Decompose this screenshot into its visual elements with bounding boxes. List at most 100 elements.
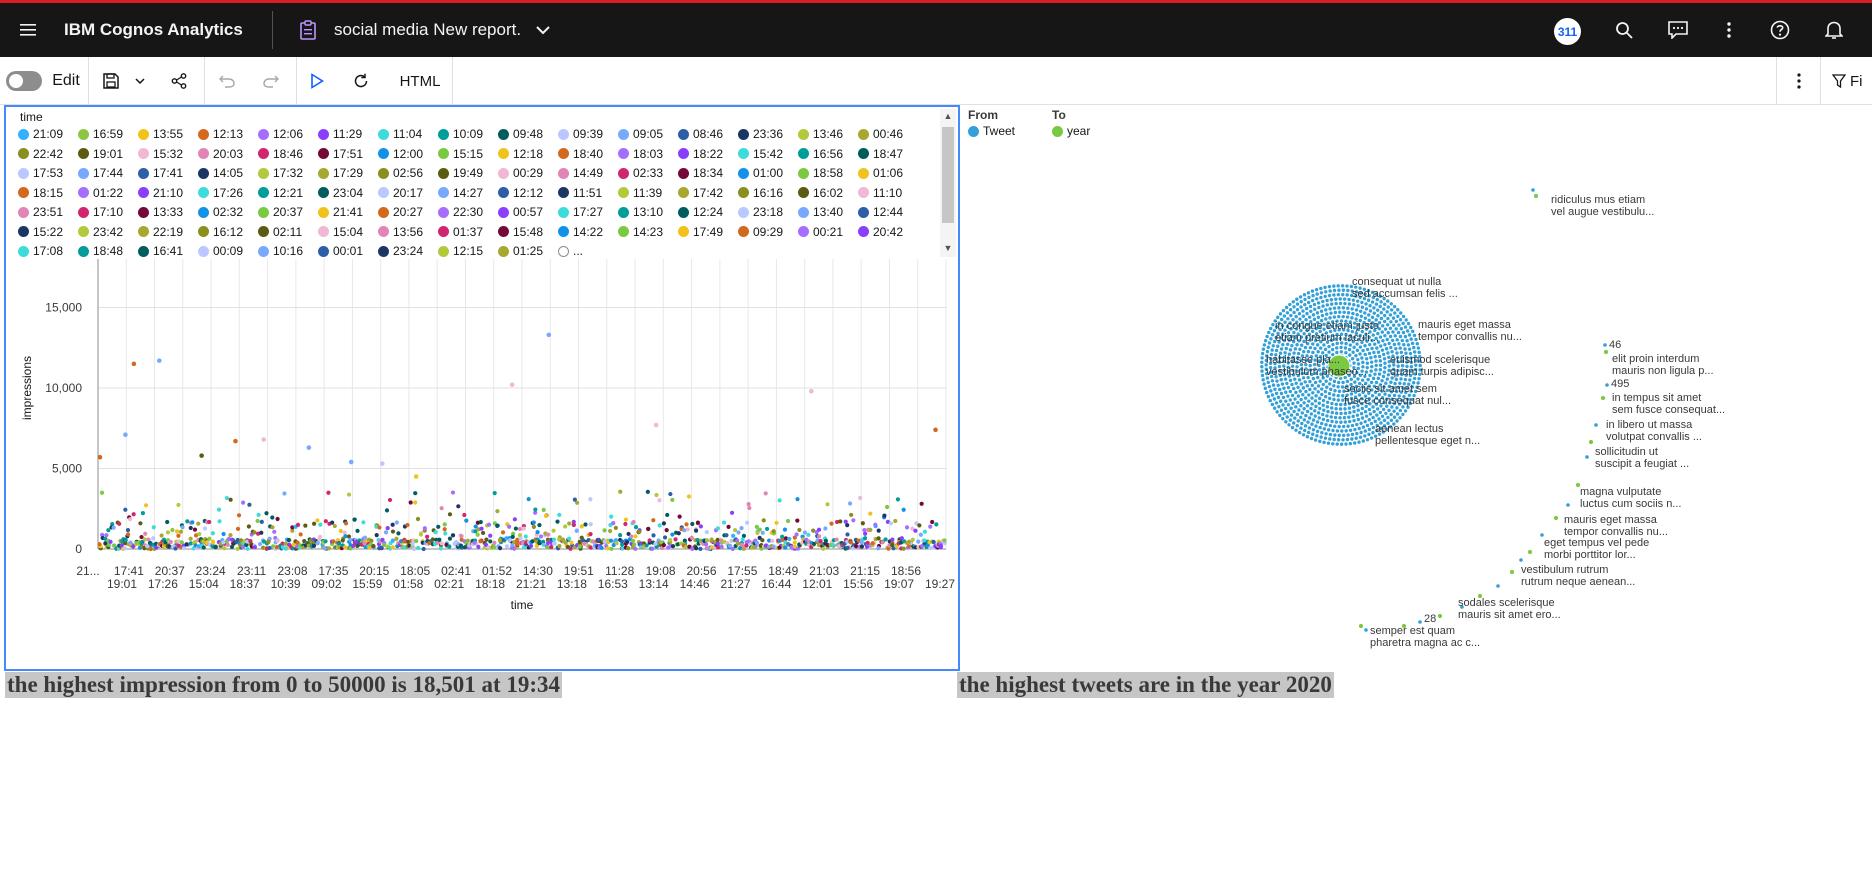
tweet-node[interactable] (1376, 308, 1380, 312)
legend-item[interactable]: 00:57 (498, 203, 543, 221)
scatter-point[interactable] (895, 497, 901, 502)
tweet-node[interactable] (1375, 407, 1380, 411)
tweet-node[interactable] (1399, 327, 1404, 331)
tweet-node[interactable] (1298, 347, 1302, 351)
scatter-point[interactable] (726, 524, 731, 529)
scatter-point[interactable] (259, 519, 264, 524)
scatter-point[interactable] (771, 529, 776, 534)
tweet-node[interactable] (1333, 424, 1337, 428)
tweet-node[interactable] (1377, 354, 1382, 359)
tweet-node[interactable] (1324, 308, 1328, 312)
tweet-node[interactable] (1332, 384, 1336, 388)
tweet-node[interactable] (1337, 433, 1341, 438)
tweet-node[interactable] (1346, 433, 1350, 437)
tweet-node[interactable] (1302, 293, 1307, 297)
output-format-button[interactable]: HTML (392, 57, 448, 105)
scatter-point[interactable] (106, 528, 111, 533)
scatter-point[interactable] (143, 531, 148, 536)
tweet-node[interactable] (1375, 346, 1379, 350)
scatter-point[interactable] (704, 529, 709, 535)
tweet-node[interactable] (1321, 382, 1325, 387)
tweet-node[interactable] (1325, 303, 1330, 307)
tweet-node[interactable] (1299, 305, 1303, 309)
tweet-node[interactable] (1343, 301, 1347, 306)
scatter-point[interactable] (338, 528, 343, 534)
scatter-point[interactable] (863, 531, 868, 536)
tweet-node[interactable] (1327, 344, 1331, 349)
legend-item[interactable]: 14:05 (198, 164, 243, 182)
tweet-node[interactable] (1380, 379, 1384, 383)
scatter-point[interactable] (631, 519, 636, 525)
tweet-node[interactable] (1323, 294, 1327, 299)
tweet-node[interactable] (1344, 442, 1348, 446)
tweet-node[interactable] (1341, 292, 1345, 297)
scatter-point[interactable] (571, 522, 576, 527)
tweet-node[interactable] (1378, 368, 1383, 372)
scatter-point[interactable] (673, 537, 678, 542)
tweet-node[interactable] (1399, 311, 1403, 315)
scatter-point[interactable] (677, 514, 682, 519)
tweet-node[interactable] (1303, 297, 1307, 302)
tweet-node[interactable] (1324, 423, 1328, 427)
scatter-point[interactable] (355, 528, 360, 534)
tweet-node[interactable] (1347, 415, 1351, 419)
tweet-node[interactable] (1372, 409, 1376, 414)
scatter-point[interactable] (340, 538, 345, 543)
scatter-point[interactable] (859, 544, 865, 549)
scatter-point[interactable] (518, 536, 523, 541)
scatter-point[interactable] (715, 537, 720, 542)
tweet-node[interactable] (1281, 416, 1285, 421)
scroll-down-icon[interactable]: ▼ (940, 243, 956, 253)
scatter-point[interactable] (884, 504, 890, 510)
scatter-point[interactable] (270, 515, 275, 520)
tweet-node[interactable] (1281, 403, 1285, 407)
tweet-node[interactable] (1341, 314, 1345, 319)
scatter-point[interactable] (704, 538, 710, 543)
tweet-node[interactable] (1403, 377, 1408, 382)
scatter-point[interactable] (228, 497, 233, 502)
scatter-point[interactable] (625, 546, 631, 551)
tweet-node[interactable] (1290, 393, 1295, 398)
scatter-point[interactable] (549, 544, 554, 550)
tweet-node[interactable] (1396, 314, 1400, 319)
tweet-node[interactable] (1368, 412, 1373, 416)
scatter-point[interactable] (348, 537, 353, 543)
tweet-node[interactable] (1348, 428, 1353, 433)
tweet-node[interactable] (1274, 391, 1279, 396)
scatter-point[interactable] (667, 537, 673, 543)
scatter-point[interactable] (719, 544, 724, 549)
scatter-point[interactable] (413, 474, 419, 479)
tweet-node[interactable] (1292, 386, 1296, 391)
scatter-point[interactable] (123, 507, 128, 512)
tweet-node[interactable] (1389, 320, 1393, 324)
legend-item[interactable]: 09:48 (498, 125, 543, 143)
tweet-node[interactable] (1299, 404, 1303, 408)
tweet-node[interactable] (1348, 353, 1352, 357)
tweet-node[interactable] (1368, 304, 1372, 308)
scatter-point[interactable] (462, 512, 467, 518)
tweet-node[interactable] (1338, 301, 1343, 306)
tweet-node[interactable] (1359, 314, 1364, 318)
scatter-point[interactable] (497, 546, 503, 551)
scatter-point[interactable] (512, 517, 517, 522)
scatter-point[interactable] (662, 535, 668, 540)
scatter-point[interactable] (176, 533, 181, 538)
legend-item[interactable]: 23:36 (738, 125, 783, 143)
tweet-node[interactable] (1329, 387, 1333, 392)
scatter-point[interactable] (854, 544, 859, 549)
scatter-point[interactable] (180, 525, 185, 530)
tweet-node[interactable] (1276, 395, 1281, 400)
tweet-node[interactable] (1311, 432, 1315, 436)
share-icon[interactable] (164, 57, 194, 105)
scatter-point[interactable] (557, 512, 562, 517)
scatter-point[interactable] (933, 427, 938, 433)
scatter-point[interactable] (882, 513, 887, 518)
scatter-point[interactable] (210, 531, 215, 536)
legend-item[interactable]: 23:51 (18, 203, 63, 221)
tweet-node[interactable] (1266, 380, 1270, 385)
scatter-point[interactable] (342, 530, 347, 535)
tweet-node[interactable] (1354, 308, 1359, 312)
legend-item[interactable]: 22:19 (138, 223, 183, 241)
tweet-node[interactable] (1398, 408, 1403, 413)
scatter-point[interactable] (176, 502, 181, 508)
